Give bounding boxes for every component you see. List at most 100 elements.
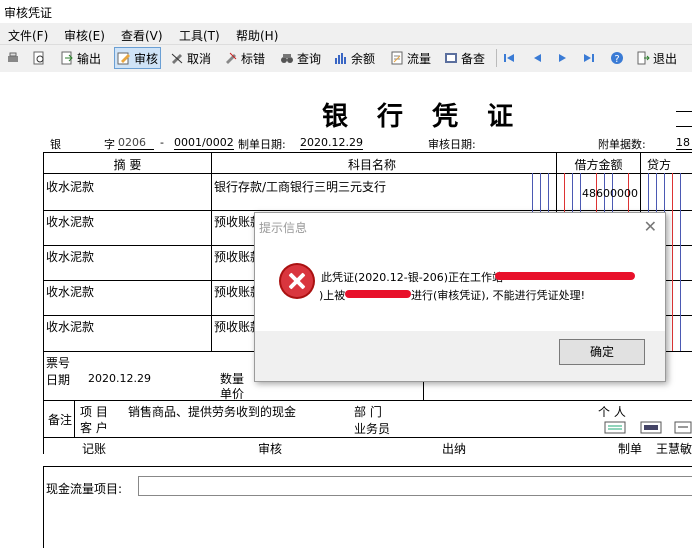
dialog-message-line2b: 进行(审核凭证), 不能进行凭证处理! xyxy=(411,289,585,302)
dialog-message-line2a: )上被 xyxy=(319,289,346,302)
memo-label: 备查 xyxy=(461,51,486,66)
amount-grid-line xyxy=(672,173,673,351)
grid-line xyxy=(43,400,692,401)
window-title: 审核凭证 xyxy=(4,6,53,20)
flow-button[interactable]: 流量 xyxy=(390,48,431,68)
attach-label: 附单据数: xyxy=(598,138,646,151)
prev-arrow-icon xyxy=(534,54,541,62)
header-credit: 贷方 xyxy=(647,158,672,172)
title-bar: 审核凭证 xyxy=(0,0,692,23)
memo-book-icon xyxy=(445,53,457,63)
menu-tools[interactable]: 工具(T) xyxy=(179,27,220,44)
last-arrow-icon xyxy=(584,54,594,62)
error-icon xyxy=(281,265,313,297)
message-dialog: 提示信息 ✕ 此凭证(2020.12-银-206)正在工作站 )上被 进行(审核… xyxy=(254,212,666,382)
header-debit: 借方金额 xyxy=(574,158,623,172)
grid-line xyxy=(74,400,75,437)
audit-button[interactable]: 审核 xyxy=(114,47,162,69)
next-record-button[interactable] xyxy=(556,48,573,68)
balance-label: 余额 xyxy=(351,51,376,66)
binoculars-icon xyxy=(281,54,293,63)
cashier-label: 出纳 xyxy=(442,442,467,456)
query-button[interactable]: 查询 xyxy=(280,48,321,68)
cancel-label: 取消 xyxy=(187,51,212,66)
query-label: 查询 xyxy=(297,51,322,66)
ok-button[interactable]: 确定 xyxy=(559,339,645,365)
toolbar: 输出 审核 取消 标错 查询 余额 流量 备查 ? 退出 xyxy=(0,44,692,73)
print-button[interactable] xyxy=(6,48,23,68)
exit-label: 退出 xyxy=(653,51,678,66)
menu-help[interactable]: 帮助(H) xyxy=(236,27,278,44)
dialog-body: 此凭证(2020.12-银-206)正在工作站 )上被 进行(审核凭证), 不能… xyxy=(255,243,665,331)
dept-label: 部 门 xyxy=(354,405,382,419)
row-summary[interactable]: 收水泥款 xyxy=(46,318,94,335)
audit-label: 审核 xyxy=(134,51,159,66)
menu-file[interactable]: 文件(F) xyxy=(8,27,48,44)
grid-line xyxy=(211,152,212,351)
voucher-title: 银 行 凭 证 xyxy=(322,102,524,132)
cancel-audit-button[interactable]: 取消 xyxy=(170,48,211,68)
redaction-mark xyxy=(495,272,635,280)
date-label: 日期 xyxy=(46,373,71,387)
first-arrow-icon xyxy=(504,54,514,62)
voucher-number[interactable]: 0001/0002 xyxy=(174,136,234,150)
title-rule xyxy=(676,126,692,127)
attach-count[interactable]: 18 xyxy=(676,136,692,150)
output-button[interactable]: 输出 xyxy=(60,48,101,68)
close-icon[interactable]: ✕ xyxy=(644,217,657,236)
footer-date-value: 2020.12.29 xyxy=(88,372,151,385)
help-icon: ? xyxy=(611,52,623,65)
bookkeep-label: 记账 xyxy=(82,442,107,456)
bar-chart-icon xyxy=(335,53,346,64)
redaction-mark xyxy=(345,290,411,298)
list-icon[interactable] xyxy=(674,421,692,434)
prev-record-button[interactable] xyxy=(530,48,547,68)
svg-text:?: ? xyxy=(614,54,619,65)
magnifier-icon xyxy=(33,51,44,65)
amount-grid-line xyxy=(680,173,681,351)
maker-name: 王慧敏 xyxy=(656,442,692,456)
person-label: 个 人 xyxy=(598,405,626,419)
menu-view[interactable]: 查看(V) xyxy=(121,27,163,44)
preview-button[interactable] xyxy=(32,48,49,68)
card-icon[interactable] xyxy=(640,421,662,434)
exit-button[interactable]: 退出 xyxy=(636,48,677,68)
header-summary: 摘 要 xyxy=(113,158,142,172)
output-label: 输出 xyxy=(77,51,102,66)
export-icon xyxy=(61,51,73,65)
dialog-title: 提示信息 xyxy=(259,221,308,235)
dialog-message-line1: 此凭证(2020.12-银-206)正在工作站 xyxy=(321,271,504,284)
help-button[interactable]: ? xyxy=(610,48,627,68)
menu-bar: 文件(F) 审核(E) 查看(V) 工具(T) 帮助(H) xyxy=(0,23,692,44)
flow-doc-icon xyxy=(391,51,403,65)
make-date-value[interactable]: 2020.12.29 xyxy=(300,136,363,150)
balance-button[interactable]: 余额 xyxy=(334,48,375,68)
row-debit[interactable]: 48600000 xyxy=(582,187,638,200)
row-summary[interactable]: 收水泥款 xyxy=(46,178,94,195)
memo-button[interactable]: 备查 xyxy=(444,48,485,68)
voucher-type-code[interactable]: 0206 xyxy=(118,136,154,150)
printer-icon xyxy=(8,52,18,62)
customer-label: 客 户 xyxy=(80,421,108,435)
grid-line xyxy=(43,173,692,174)
first-record-button[interactable] xyxy=(502,48,519,68)
row-summary[interactable]: 收水泥款 xyxy=(46,213,94,230)
dialog-footer: 确定 xyxy=(255,331,665,381)
ticket-label: 票号 xyxy=(46,356,71,370)
auditor-label: 审核 xyxy=(258,442,283,456)
mark-error-label: 标错 xyxy=(241,51,266,66)
row-summary[interactable]: 收水泥款 xyxy=(46,248,94,265)
cashflow-input[interactable] xyxy=(138,476,692,496)
menu-audit[interactable]: 审核(E) xyxy=(64,27,105,44)
dash-label: - xyxy=(160,136,164,149)
project-value[interactable]: 销售商品、提供劳务收到的现金 xyxy=(128,403,296,420)
mark-error-button[interactable]: 标错 xyxy=(224,48,265,68)
row-account[interactable]: 银行存款/工商银行三明三元支行 xyxy=(214,178,386,195)
next-arrow-icon xyxy=(559,54,566,62)
notes-icon[interactable] xyxy=(604,421,626,434)
row-summary[interactable]: 收水泥款 xyxy=(46,283,94,300)
project-label: 项 目 xyxy=(80,405,108,419)
grid-line xyxy=(43,210,692,211)
last-record-button[interactable] xyxy=(582,48,599,68)
salesman-label: 业务员 xyxy=(354,422,391,436)
